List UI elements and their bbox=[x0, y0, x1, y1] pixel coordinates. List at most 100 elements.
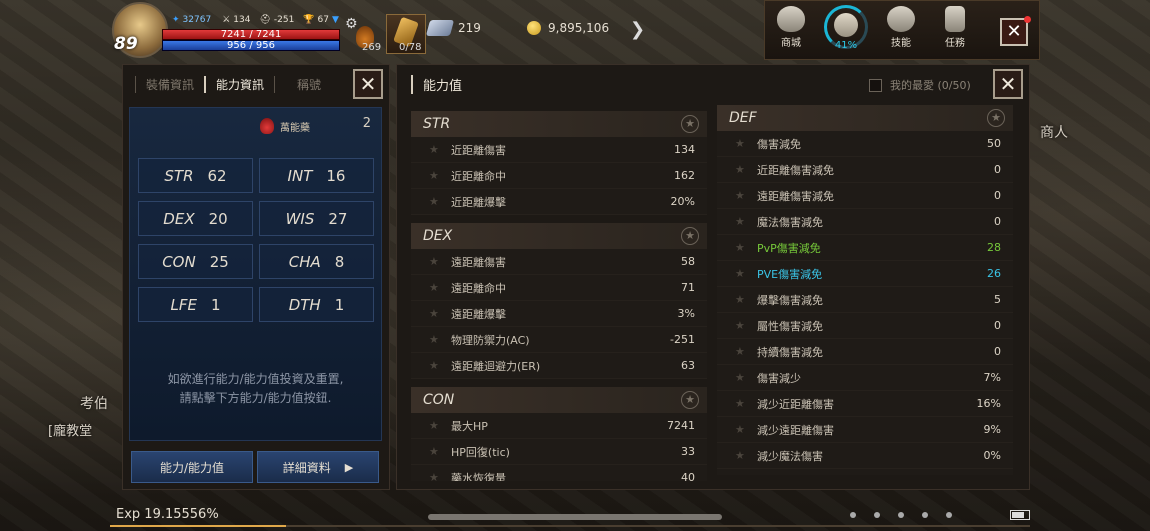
page-dot[interactable] bbox=[850, 512, 856, 518]
stat-value: 1 bbox=[334, 295, 345, 314]
stat-row: ★ PvP傷害減免 28 bbox=[717, 235, 1013, 261]
mana-icon: ✦ bbox=[172, 15, 180, 25]
section-title: DEX bbox=[423, 228, 453, 244]
star-icon[interactable]: ★ bbox=[429, 143, 451, 156]
star-icon[interactable]: ★ bbox=[735, 241, 757, 254]
star-icon[interactable]: ★ bbox=[735, 397, 757, 410]
horizontal-scrollbar[interactable] bbox=[428, 514, 722, 520]
stat-value: 40 bbox=[681, 471, 695, 481]
ability-button-label: 能力/能力值 bbox=[159, 460, 225, 475]
stat-value: 0 bbox=[994, 189, 1001, 202]
world-label-merchant: 商人 bbox=[1040, 125, 1068, 141]
swirl-icon bbox=[887, 6, 915, 32]
star-icon[interactable]: ★ bbox=[735, 449, 757, 462]
stat-name: 近距離爆擊 bbox=[451, 195, 506, 209]
tab-equipment[interactable]: 裝備資訊 bbox=[135, 75, 204, 93]
star-icon[interactable]: ★ bbox=[429, 255, 451, 268]
star-icon[interactable]: ★ bbox=[735, 189, 757, 202]
page-dot[interactable] bbox=[922, 512, 928, 518]
character-info-panel: 裝備資訊 能力資訊 稱號 ✕ 萬能藥 2 STR 62 INT 16 DEX 20 W… bbox=[122, 64, 390, 490]
stat-value: 27 bbox=[328, 209, 348, 228]
stat-key: CON bbox=[162, 252, 196, 271]
star-icon[interactable]: ★ bbox=[735, 423, 757, 436]
close-icon[interactable]: ✕ bbox=[1000, 18, 1028, 46]
star-icon[interactable]: ★ bbox=[681, 115, 699, 133]
star-icon[interactable]: ★ bbox=[735, 293, 757, 306]
stat-name: PvP傷害減免 bbox=[757, 241, 821, 255]
sword-icon: ⚔ bbox=[222, 15, 231, 25]
stat-key: CHA bbox=[288, 252, 321, 271]
star-icon[interactable]: ★ bbox=[429, 169, 451, 182]
shop-button[interactable]: 商城 bbox=[766, 4, 816, 58]
stat-row: ★ 最大HP 7241 bbox=[411, 413, 707, 439]
star-icon[interactable]: ★ bbox=[429, 333, 451, 346]
star-icon[interactable]: ★ bbox=[987, 109, 1005, 127]
hand-icon bbox=[834, 13, 858, 37]
favorites-toggle[interactable]: 我的最愛 (0/50) bbox=[869, 77, 971, 93]
quick-slot[interactable]: 0/78 bbox=[386, 14, 426, 54]
star-icon[interactable]: ★ bbox=[681, 391, 699, 409]
star-icon[interactable]: ★ bbox=[735, 267, 757, 280]
character-level: 89 bbox=[114, 34, 138, 54]
triangle-down-icon[interactable]: ▼ bbox=[332, 15, 339, 25]
star-icon[interactable]: ★ bbox=[735, 345, 757, 358]
scroll-icon bbox=[945, 6, 965, 32]
stat-key: LFE bbox=[170, 295, 197, 314]
chevron-right-icon[interactable]: ❯ bbox=[630, 19, 645, 40]
star-icon[interactable]: ★ bbox=[735, 137, 757, 150]
star-icon[interactable]: ★ bbox=[429, 281, 451, 294]
stat-key: INT bbox=[287, 166, 313, 185]
star-icon[interactable]: ★ bbox=[735, 163, 757, 176]
stat-row: ★ 爆擊傷害減免 5 bbox=[717, 287, 1013, 313]
stat-name: PvP傷害減少 bbox=[757, 474, 984, 476]
stat-row: ★ 近距離傷害 134 bbox=[411, 137, 707, 163]
stat-row: ★PvP傷害減少0% bbox=[717, 469, 1013, 475]
gold-amount: 9,895,106 bbox=[548, 21, 610, 35]
star-icon[interactable]: ★ bbox=[735, 319, 757, 332]
stat-value: 25 bbox=[209, 252, 229, 271]
favorites-checkbox[interactable] bbox=[869, 78, 882, 92]
stat-name: 近距離傷害 bbox=[451, 143, 506, 157]
star-icon[interactable]: ★ bbox=[429, 195, 451, 208]
star-icon[interactable]: ★ bbox=[429, 307, 451, 320]
star-icon[interactable]: ★ bbox=[429, 419, 451, 432]
ability-button[interactable]: 能力/能力值 bbox=[131, 451, 253, 483]
elixir-info: 萬能藥 bbox=[260, 118, 310, 134]
tab-title[interactable]: 稱號 bbox=[274, 75, 331, 93]
star-icon[interactable]: ★ bbox=[735, 215, 757, 228]
stat-value: 0 bbox=[994, 345, 1001, 358]
details-button[interactable]: 詳細資料 ▶ bbox=[257, 451, 379, 483]
star-icon[interactable]: ★ bbox=[429, 445, 451, 458]
close-icon[interactable]: ✕ bbox=[993, 69, 1023, 99]
stat-name: 屬性傷害減免 bbox=[757, 319, 823, 333]
star-icon[interactable]: ★ bbox=[681, 227, 699, 245]
page-dot[interactable] bbox=[946, 512, 952, 518]
page-dot[interactable] bbox=[874, 512, 880, 518]
stat-name: 遠距離傷害 bbox=[451, 255, 506, 269]
stat-row: ★ 持續傷害減免 0 bbox=[717, 339, 1013, 365]
stat-value: 50 bbox=[987, 137, 1001, 150]
stat-row: ★ 遠距離爆擊 3% bbox=[411, 301, 707, 327]
panel-title: 能力值 bbox=[411, 75, 462, 94]
stat-value: 63 bbox=[681, 359, 695, 372]
skills-button[interactable]: 技能 bbox=[876, 4, 926, 58]
stat-value-2: 134 bbox=[233, 15, 251, 25]
character-hud: 89 ✦ 32767 ⚔ 134 ⛑ -251 🏆 67 ▼ 7241 / 72… bbox=[0, 0, 760, 60]
page-dots bbox=[850, 512, 952, 518]
close-icon[interactable]: ✕ bbox=[353, 69, 383, 99]
stat-key: DEX bbox=[163, 209, 195, 228]
stat-cell-cha: CHA 8 bbox=[259, 244, 374, 279]
tab-ability[interactable]: 能力資訊 bbox=[204, 75, 274, 93]
stat-cell-int: INT 16 bbox=[259, 158, 374, 193]
quests-button[interactable]: 任務 bbox=[930, 4, 980, 58]
stat-name: 遠距離命中 bbox=[451, 281, 506, 295]
stat-value: 62 bbox=[207, 166, 227, 185]
star-icon[interactable]: ★ bbox=[429, 471, 451, 481]
star-icon[interactable]: ★ bbox=[735, 371, 757, 384]
star-icon[interactable]: ★ bbox=[429, 359, 451, 372]
page-dot[interactable] bbox=[898, 512, 904, 518]
stat-name: PVE傷害減免 bbox=[757, 267, 823, 281]
world-label-npc: 考伯 bbox=[80, 396, 108, 412]
stat-name: 傷害減少 bbox=[757, 371, 801, 385]
potion-slot[interactable]: 269 bbox=[350, 22, 384, 56]
